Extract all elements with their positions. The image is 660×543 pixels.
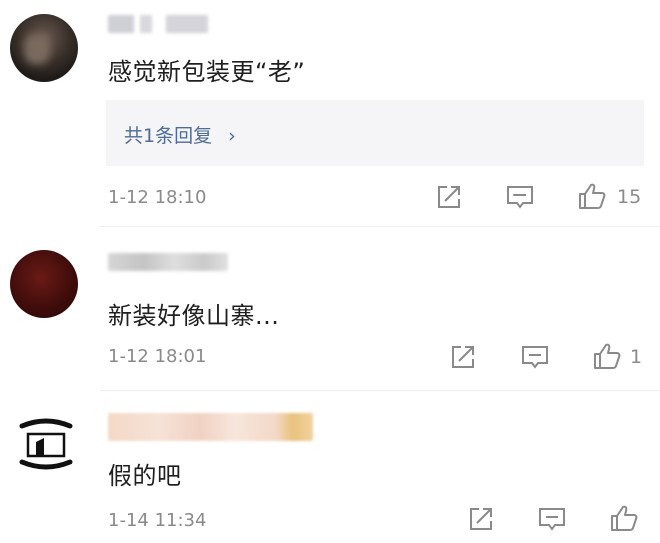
username-blurred[interactable]: [108, 15, 208, 33]
timestamp: 1-12 18:10: [108, 187, 207, 208]
avatar[interactable]: [14, 412, 78, 476]
share-icon[interactable]: [436, 184, 462, 210]
timestamp: 1-14 11:34: [108, 510, 207, 531]
avatar[interactable]: [10, 14, 78, 82]
avatar[interactable]: [10, 250, 78, 318]
comment-icon[interactable]: [538, 506, 566, 532]
share-icon[interactable]: [468, 506, 494, 532]
comment-icon[interactable]: [506, 184, 534, 210]
like-count: 15: [617, 186, 642, 208]
thumbs-up-icon[interactable]: [577, 181, 607, 211]
thumbs-up-icon[interactable]: [609, 503, 639, 533]
reply-summary[interactable]: 共1条回复 ›: [106, 100, 644, 166]
comment-text: 新装好像山寨...: [108, 302, 280, 330]
username-blurred[interactable]: [108, 253, 228, 271]
comment-text: 感觉新包装更“老”: [108, 58, 306, 86]
chevron-right-icon: ›: [228, 125, 236, 147]
divider: [100, 226, 660, 227]
comment-icon[interactable]: [521, 344, 549, 370]
thumbs-up-icon[interactable]: [592, 341, 622, 371]
comment-text: 假的吧: [108, 462, 182, 490]
logo-avatar-icon: [19, 418, 73, 470]
like-count: 1: [630, 346, 643, 368]
comment-item: 感觉新包装更“老” 共1条回复 › 1-12 18:10 15: [0, 0, 660, 225]
share-icon[interactable]: [450, 344, 476, 370]
reply-count-label: 共1条回复: [124, 125, 213, 147]
divider: [100, 390, 660, 391]
username-blurred[interactable]: [108, 413, 313, 441]
timestamp: 1-12 18:01: [108, 346, 207, 367]
